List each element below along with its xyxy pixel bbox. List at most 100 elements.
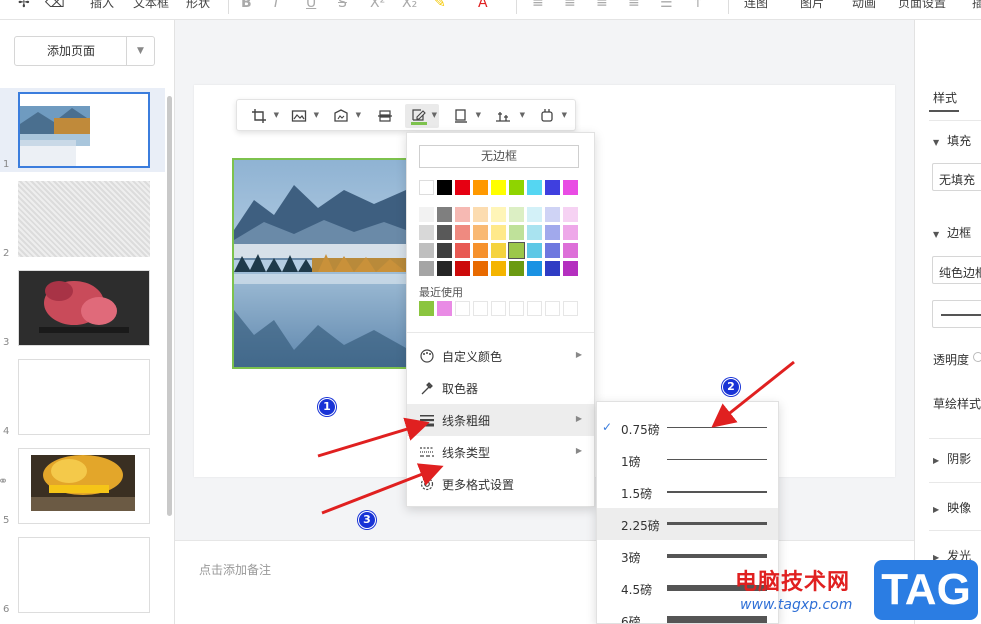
line-spacing-icon[interactable]: ↑ (692, 0, 704, 11)
color-swatch[interactable] (491, 261, 506, 276)
more-format-item[interactable]: 更多格式设置 (407, 468, 594, 500)
color-swatch[interactable] (527, 207, 542, 222)
color-swatch[interactable] (508, 242, 525, 259)
rotate-button[interactable]: ▼ (533, 104, 569, 128)
color-swatch[interactable] (437, 207, 452, 222)
slide-thumbnail[interactable] (18, 181, 150, 257)
insert-menu[interactable]: 插入 (90, 0, 114, 11)
selected-picture[interactable] (232, 158, 408, 369)
justify-icon[interactable]: ≡ (628, 0, 640, 11)
color-swatch[interactable] (563, 225, 578, 240)
color-swatch[interactable] (527, 180, 542, 195)
underline-icon[interactable]: U (306, 0, 316, 11)
color-swatch[interactable] (437, 180, 452, 195)
color-swatch[interactable] (455, 225, 470, 240)
slide-thumbnail-row[interactable]: 4 (0, 355, 165, 439)
color-swatch[interactable] (473, 225, 488, 240)
color-swatch[interactable] (455, 243, 470, 258)
border-line-select[interactable] (932, 300, 981, 328)
shadow-section-header[interactable]: ▶ 阴影 (933, 450, 971, 467)
color-swatch[interactable] (545, 207, 560, 222)
line-type-item[interactable]: 线条类型 ▶ (407, 436, 594, 468)
color-swatch[interactable] (455, 261, 470, 276)
change-picture-button[interactable]: ▼ (285, 104, 321, 128)
eraser-icon[interactable]: ⌫ (45, 0, 65, 11)
superscript-icon[interactable]: X² (370, 0, 385, 11)
font-color-icon[interactable]: A (478, 0, 488, 11)
weight-option-1[interactable]: 1磅 (597, 444, 778, 476)
color-swatch[interactable] (491, 207, 506, 222)
fill-select[interactable]: 无填充 (932, 163, 981, 191)
weight-option-0-75[interactable]: ✓ 0.75磅 (597, 412, 778, 444)
color-swatch[interactable] (545, 225, 560, 240)
slide-thumbnail-row[interactable]: 6 (0, 533, 165, 617)
page-setup-menu[interactable]: 页面设置 (898, 0, 946, 11)
color-swatch[interactable] (563, 261, 578, 276)
color-swatch[interactable] (509, 261, 524, 276)
align-left-icon[interactable]: ≡ (532, 0, 544, 11)
italic-icon[interactable]: I (274, 0, 278, 11)
animation-menu[interactable]: 动画 (852, 0, 876, 11)
border-type-select[interactable]: 纯色边框 (932, 256, 981, 284)
color-swatch[interactable] (563, 180, 578, 195)
picture-effect-button[interactable]: ▼ (327, 104, 363, 128)
slide-thumbnail-row[interactable]: 2 (0, 177, 165, 261)
list-icon[interactable]: ☰ (660, 0, 673, 11)
color-swatch[interactable] (419, 225, 434, 240)
color-swatch[interactable] (455, 180, 470, 195)
color-swatch[interactable] (455, 207, 470, 222)
no-border-button[interactable]: 无边框 (419, 145, 579, 168)
thumbnail-scrollbar[interactable] (167, 96, 172, 516)
color-swatch[interactable] (563, 243, 578, 258)
slide-thumbnail[interactable] (18, 270, 150, 346)
shadow-button[interactable]: ▼ (447, 104, 483, 128)
flip-button[interactable] (371, 104, 399, 128)
weight-option-1-5[interactable]: 1.5磅 (597, 476, 778, 508)
color-swatch[interactable] (527, 225, 542, 240)
textbox-menu[interactable]: 文本框 (133, 0, 169, 11)
color-swatch[interactable] (509, 225, 524, 240)
color-swatch[interactable] (545, 243, 560, 258)
recent-color-swatch[interactable] (437, 301, 452, 316)
border-color-button[interactable]: ▼ (405, 104, 439, 128)
transparency-slider-handle[interactable] (973, 352, 981, 362)
slide-thumbnail[interactable] (18, 92, 150, 168)
slide-thumbnail-row[interactable]: 1 (0, 88, 165, 172)
fill-section-header[interactable]: ▼ 填充 (933, 132, 971, 149)
custom-color-item[interactable]: 自定义颜色 ▶ (407, 340, 594, 372)
weight-option-2-25[interactable]: 2.25磅 (597, 508, 778, 540)
border-section-header[interactable]: ▼ 边框 (933, 224, 971, 241)
color-swatch[interactable] (437, 261, 452, 276)
strikethrough-icon[interactable]: S (338, 0, 347, 11)
color-swatch[interactable] (437, 243, 452, 258)
highlight-icon[interactable]: ✎ (434, 0, 446, 11)
color-swatch[interactable] (419, 180, 434, 195)
insert-more-menu[interactable]: 插 (972, 0, 981, 11)
color-swatch[interactable] (491, 225, 506, 240)
subscript-icon[interactable]: X₂ (402, 0, 417, 11)
color-swatch[interactable] (509, 180, 524, 195)
color-swatch[interactable] (473, 207, 488, 222)
align-button[interactable]: ▼ (489, 104, 527, 128)
align-right-icon[interactable]: ≡ (596, 0, 608, 11)
bold-icon[interactable]: B (241, 0, 252, 11)
add-page-button[interactable]: 添加页面 ▼ (14, 36, 155, 66)
slide-thumbnail[interactable] (18, 537, 150, 613)
color-swatch[interactable] (527, 261, 542, 276)
color-swatch[interactable] (545, 261, 560, 276)
crop-button[interactable]: ▼ (245, 104, 281, 128)
color-swatch[interactable] (527, 243, 542, 258)
color-swatch[interactable] (419, 261, 434, 276)
format-painter-icon[interactable]: ✢ (18, 0, 30, 11)
shape-menu[interactable]: 形状 (186, 0, 210, 11)
color-swatch[interactable] (473, 180, 488, 195)
recent-color-swatch[interactable] (419, 301, 434, 316)
color-swatch[interactable] (563, 207, 578, 222)
reflection-section-header[interactable]: ▶ 映像 (933, 499, 971, 516)
picture-menu[interactable]: 图片 (800, 0, 824, 11)
eyedropper-item[interactable]: 取色器 (407, 372, 594, 404)
color-swatch[interactable] (473, 243, 488, 258)
color-swatch[interactable] (491, 243, 506, 258)
color-swatch[interactable] (473, 261, 488, 276)
slide-thumbnail-row[interactable]: 3 (0, 266, 165, 350)
